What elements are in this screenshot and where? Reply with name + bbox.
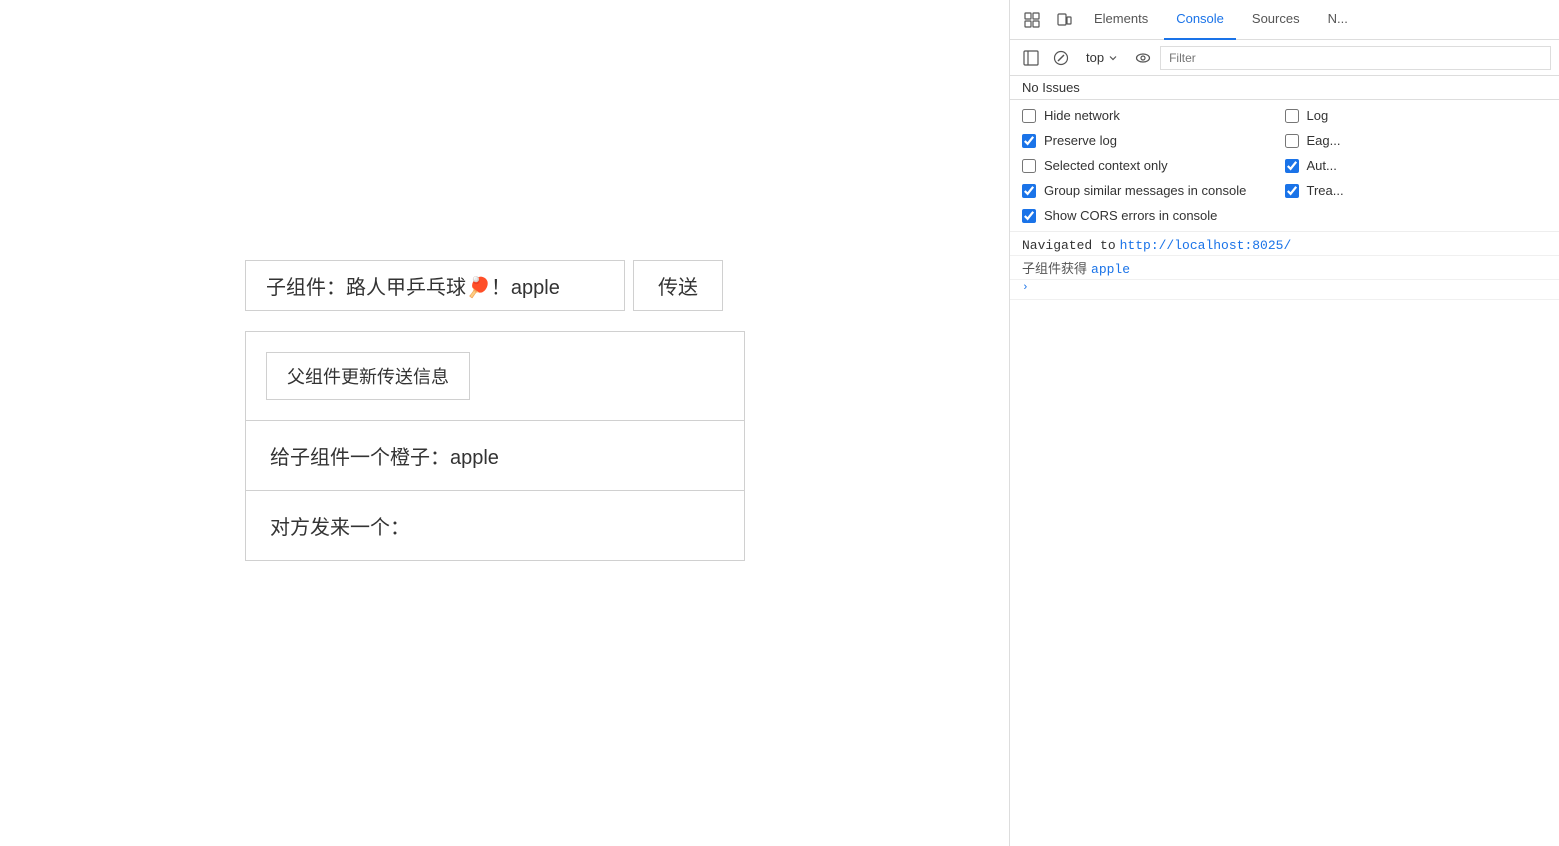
dropdown-chevron-icon <box>1108 53 1118 63</box>
prompt-chevron-icon: › <box>1022 282 1029 294</box>
console-log-value: apple <box>1091 262 1130 277</box>
aut-checkbox[interactable] <box>1285 159 1299 173</box>
devtools-tabs: Elements Console Sources N... <box>1010 0 1559 40</box>
tab-elements[interactable]: Elements <box>1082 0 1160 40</box>
update-button-row: 父组件更新传送信息 <box>246 332 744 421</box>
tab-network[interactable]: N... <box>1316 0 1360 40</box>
update-button[interactable]: 父组件更新传送信息 <box>266 352 470 400</box>
navigate-link[interactable]: http://localhost:8025/ <box>1120 238 1292 253</box>
aut-label: Aut... <box>1307 158 1337 173</box>
tab-sources[interactable]: Sources <box>1240 0 1312 40</box>
trea-label: Trea... <box>1307 183 1344 198</box>
tab-console[interactable]: Console <box>1164 0 1236 40</box>
child-component-row: 子组件：路人甲乒乓球🏓！apple 传送 <box>245 260 723 311</box>
send-button[interactable]: 传送 <box>633 260 723 311</box>
selected-context-checkbox[interactable] <box>1022 159 1036 173</box>
sidebar-toggle-icon[interactable] <box>1018 45 1044 71</box>
console-output: Navigated to http://localhost:8025/ 子组件获… <box>1010 232 1559 846</box>
setting-hide-network: Hide network <box>1022 104 1285 127</box>
console-log-line: 子组件获得 apple <box>1010 256 1559 280</box>
log-checkbox[interactable] <box>1285 109 1299 123</box>
orange-row: 给子组件一个橙子：apple <box>246 421 744 491</box>
setting-group-similar: Group similar messages in console <box>1022 179 1285 202</box>
show-cors-label: Show CORS errors in console <box>1044 208 1217 223</box>
top-context-dropdown[interactable]: top <box>1078 48 1126 67</box>
preserve-log-checkbox[interactable] <box>1022 134 1036 148</box>
log-label: Log <box>1307 108 1329 123</box>
navigate-text: Navigated to http://localhost:8025/ <box>1022 238 1291 253</box>
selected-context-label: Selected context only <box>1044 158 1168 173</box>
no-issues-bar: No Issues <box>1010 76 1559 100</box>
parent-component-box: 父组件更新传送信息 给子组件一个橙子：apple 对方发来一个： <box>245 331 745 561</box>
main-page: 子组件：路人甲乒乓球🏓！apple 传送 父组件更新传送信息 给子组件一个橙子：… <box>0 0 1009 846</box>
clear-console-icon[interactable] <box>1048 45 1074 71</box>
setting-show-cors: Show CORS errors in console <box>1022 204 1285 227</box>
setting-preserve-log: Preserve log <box>1022 129 1285 152</box>
child-component-display: 子组件：路人甲乒乓球🏓！apple <box>245 260 625 311</box>
hide-network-checkbox[interactable] <box>1022 109 1036 123</box>
console-log-prefix: 子组件获得 <box>1022 258 1087 277</box>
setting-aut: Aut... <box>1285 154 1548 177</box>
settings-rows: Hide network Log Preserve log Eag... Sel… <box>1010 100 1559 232</box>
group-similar-label: Group similar messages in console <box>1044 183 1246 198</box>
eag-label: Eag... <box>1307 133 1341 148</box>
group-similar-checkbox[interactable] <box>1022 184 1036 198</box>
eag-checkbox[interactable] <box>1285 134 1299 148</box>
hide-network-label: Hide network <box>1044 108 1120 123</box>
device-toolbar-icon[interactable] <box>1050 6 1078 34</box>
devtools-toolbar: top <box>1010 40 1559 76</box>
setting-log: Log <box>1285 104 1548 127</box>
filter-input[interactable] <box>1160 46 1551 70</box>
inspect-element-icon[interactable] <box>1018 6 1046 34</box>
console-navigate-line: Navigated to http://localhost:8025/ <box>1010 236 1559 256</box>
preserve-log-label: Preserve log <box>1044 133 1117 148</box>
received-row: 对方发来一个： <box>246 491 744 560</box>
show-cors-checkbox[interactable] <box>1022 209 1036 223</box>
console-prompt-line[interactable]: › <box>1010 280 1559 300</box>
trea-checkbox[interactable] <box>1285 184 1299 198</box>
setting-selected-context: Selected context only <box>1022 154 1285 177</box>
setting-trea: Trea... <box>1285 179 1548 202</box>
devtools-panel: Elements Console Sources N... top <box>1009 0 1559 846</box>
eye-icon[interactable] <box>1130 45 1156 71</box>
setting-eag: Eag... <box>1285 129 1548 152</box>
